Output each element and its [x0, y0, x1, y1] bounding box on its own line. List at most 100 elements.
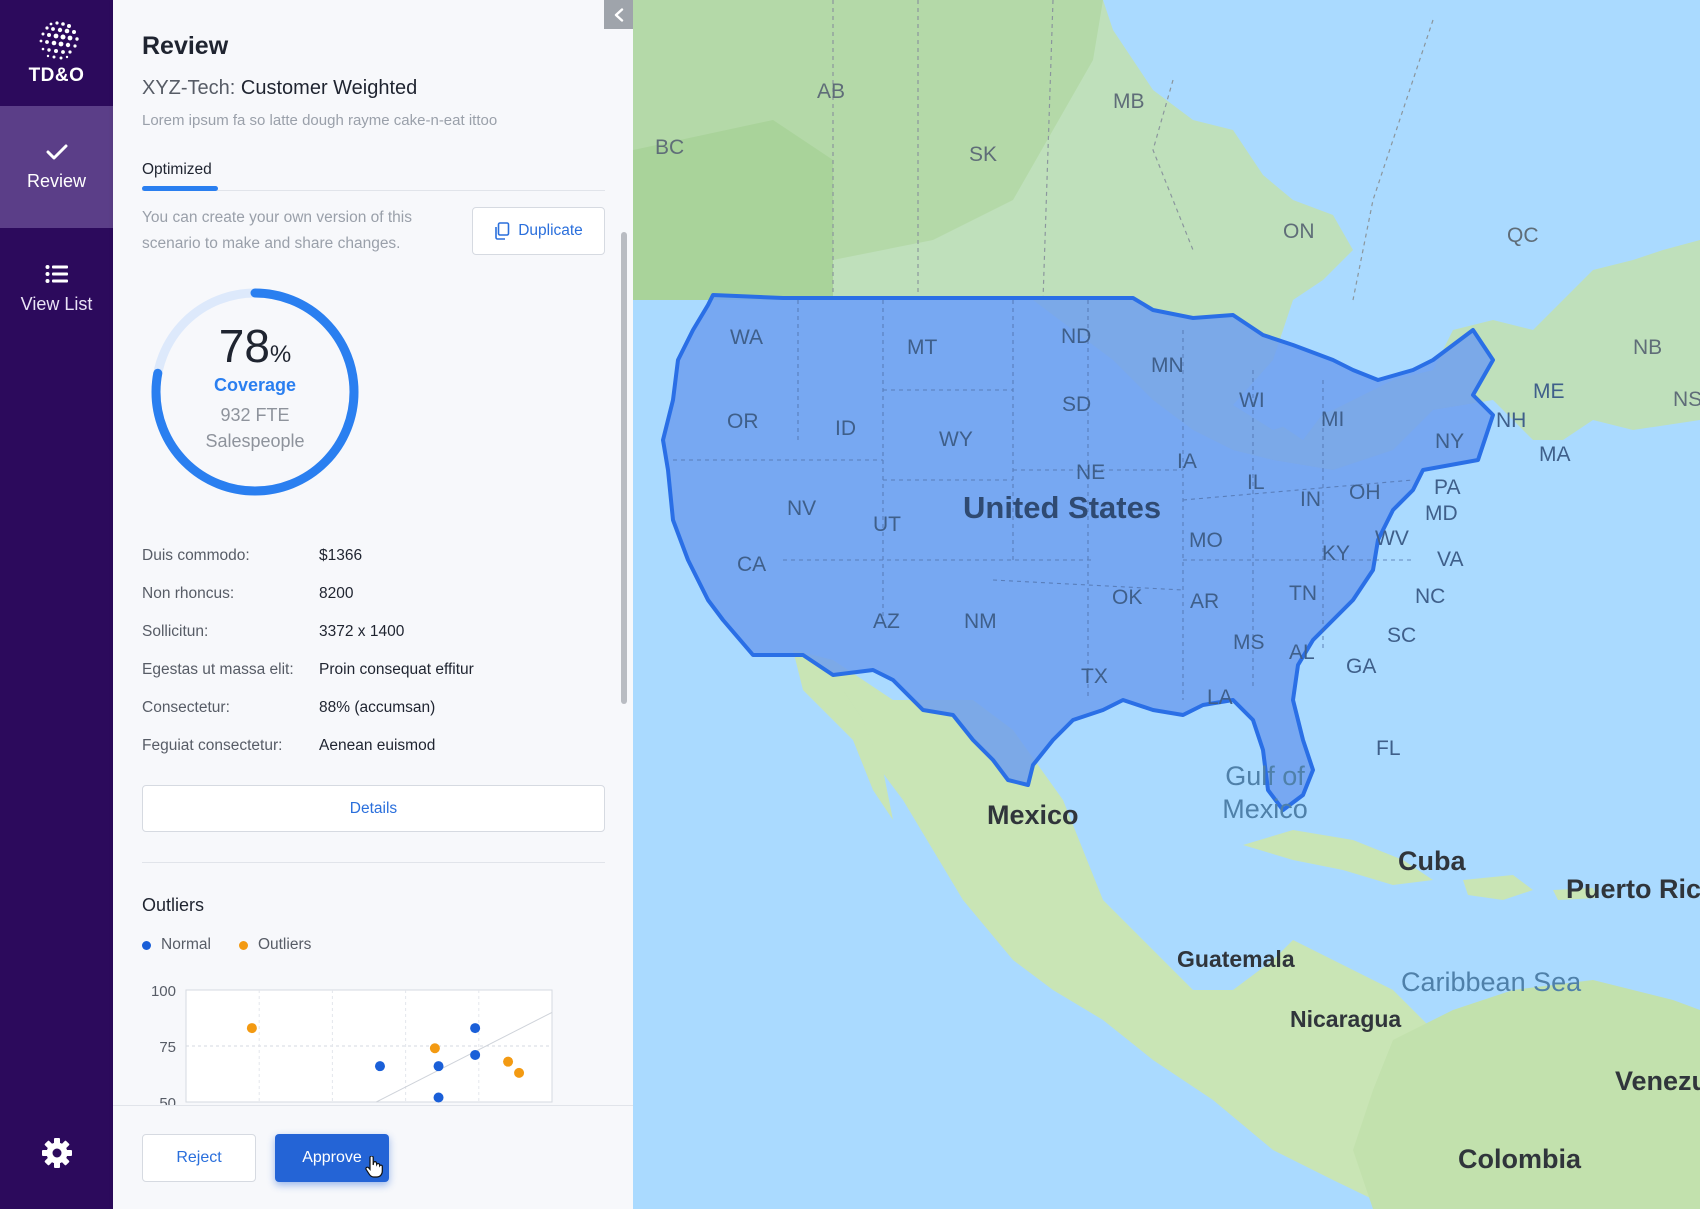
nav-item-view-list[interactable]: View List [0, 228, 113, 350]
map-state-label: SC [1387, 624, 1417, 647]
map-state-label: WY [939, 428, 973, 451]
map-state-label: WV [1375, 527, 1409, 550]
scenario-title: XYZ-Tech: Customer Weighted [142, 77, 605, 100]
map-water-label: Gulf of Mexico [1222, 761, 1308, 824]
map-state-label: FL [1376, 737, 1401, 760]
map-region-label: ON [1283, 220, 1315, 243]
coverage-percent: 78% [144, 319, 366, 373]
map-state-label: PA [1434, 476, 1461, 499]
legend-item-normal[interactable]: Normal [142, 936, 211, 954]
scenario-description: Lorem ipsum fa so latte dough rayme cake… [142, 112, 498, 129]
chart-legend: Normal Outliers [142, 936, 605, 954]
reject-button[interactable]: Reject [142, 1133, 256, 1182]
stat-key: Duis commodo: [142, 547, 250, 564]
map-state-label: IA [1177, 450, 1197, 473]
map-country-label: Guatemala [1177, 946, 1295, 972]
chevron-left-icon [614, 7, 623, 22]
map-state-label: OR [727, 410, 759, 433]
scatter-point[interactable] [374, 1061, 385, 1072]
legend-item-outliers[interactable]: Outliers [238, 936, 312, 954]
brand-name: TD&O [28, 65, 85, 86]
scatter-point[interactable] [433, 1092, 444, 1103]
legend-dot-normal [142, 940, 151, 950]
y-tick-label: 100 [151, 983, 176, 1000]
map-region-label: NB [1633, 336, 1663, 359]
scenario-prefix: XYZ-Tech: [142, 77, 236, 99]
map-state-label: UT [873, 513, 901, 536]
map-country-label: Colombia [1458, 1144, 1582, 1174]
map-state-label: ME [1533, 380, 1565, 403]
stats-list: Duis commodo: $1366 Non rhoncus: 8200 Soll… [142, 537, 605, 765]
map-state-label: NC [1415, 585, 1446, 608]
details-button[interactable]: Details [142, 785, 605, 832]
list-icon [45, 264, 68, 283]
scatter-point[interactable] [433, 1061, 444, 1072]
plot-area [185, 989, 553, 1103]
duplicate-button[interactable]: Duplicate [472, 207, 605, 255]
stat-key: Egestas ut massa elit: [142, 661, 294, 678]
panel-content[interactable]: Review XYZ-Tech: Customer Weighted Lorem… [113, 0, 633, 1105]
stat-key: Consectetur: [142, 699, 230, 716]
map-state-label: NE [1076, 461, 1106, 484]
nav-item-view-list-label: View List [20, 293, 93, 314]
map-state-label: KY [1322, 542, 1351, 565]
map-state-label: OH [1349, 481, 1381, 504]
coverage-gauge: 78% Coverage 932 FTE Salespeople [144, 281, 366, 503]
scatter-point[interactable] [470, 1023, 481, 1034]
gear-icon [41, 1138, 72, 1168]
scatter-point[interactable] [429, 1043, 440, 1054]
stat-value: $1366 [319, 547, 363, 564]
collapse-panel-button[interactable] [604, 0, 633, 29]
map-state-label: MN [1151, 354, 1184, 377]
map-state-label: LA [1207, 686, 1233, 709]
map-region-label: AB [817, 80, 846, 103]
stat-value: 88% (accumsan) [319, 699, 436, 716]
panel-scrollbar[interactable] [621, 232, 627, 704]
duplicate-label: Duplicate [518, 222, 583, 239]
map-country-label: Venezuela [1615, 1066, 1700, 1096]
stat-row: Non rhoncus: 8200 [142, 575, 605, 613]
map-region-label: MB [1113, 90, 1145, 113]
outliers-scatter-chart: 100 75 50 [151, 983, 553, 1105]
map-country-label: Nicaragua [1290, 1006, 1402, 1032]
stat-value: Aenean euismod [319, 737, 436, 754]
tab-bar: Optimized [142, 161, 605, 191]
copy-icon [495, 222, 510, 240]
map-state-label: AL [1289, 641, 1315, 664]
map-state-label: MT [907, 336, 938, 359]
scatter-point[interactable] [246, 1023, 257, 1034]
stat-key: Non rhoncus: [142, 585, 235, 602]
section-divider [142, 862, 605, 863]
duplicate-hint: You can create your own version of this … [142, 209, 412, 252]
stat-key: Feguiat consectetur: [142, 737, 283, 754]
review-panel: Review XYZ-Tech: Customer Weighted Lorem… [113, 0, 633, 1209]
globe-logo-icon [39, 21, 79, 60]
y-tick-label: 50 [159, 1095, 176, 1105]
scatter-point[interactable] [514, 1067, 525, 1078]
scatter-point[interactable] [503, 1056, 514, 1067]
map-country-label: Mexico [987, 800, 1079, 830]
map-country-label: Cuba [1398, 846, 1466, 876]
settings-button[interactable] [0, 1137, 113, 1169]
tab-optimized[interactable]: Optimized [142, 161, 212, 179]
brand-logo[interactable]: TD&O [0, 0, 113, 106]
stat-row: Sollicitun: 3372 x 1400 [142, 613, 605, 651]
map-state-label: WA [730, 326, 764, 349]
approve-button[interactable]: Approve [275, 1133, 389, 1182]
map-state-label: AR [1190, 590, 1220, 613]
map-state-label: OK [1112, 586, 1143, 609]
map-region-label: SK [969, 143, 998, 166]
nav-item-review[interactable]: Review [0, 106, 113, 228]
map-country-label: Puerto Rico [1566, 874, 1700, 904]
map-state-label: ND [1061, 325, 1092, 348]
map-state-label: MD [1425, 502, 1458, 525]
legend-label: Outliers [257, 936, 312, 953]
map-view[interactable]: AB MB BC SK ON QC NB NS WA MT ND MN OR I… [633, 0, 1700, 1209]
stat-row: Feguiat consectetur: Aenean euismod [142, 727, 605, 765]
scatter-point[interactable] [470, 1049, 481, 1060]
map-state-label: MA [1539, 443, 1571, 466]
left-nav: TD&O Review View List [0, 0, 113, 1209]
map-state-label: WI [1239, 389, 1265, 412]
map-state-label: IL [1247, 471, 1265, 494]
stat-row: Duis commodo: $1366 [142, 537, 605, 575]
